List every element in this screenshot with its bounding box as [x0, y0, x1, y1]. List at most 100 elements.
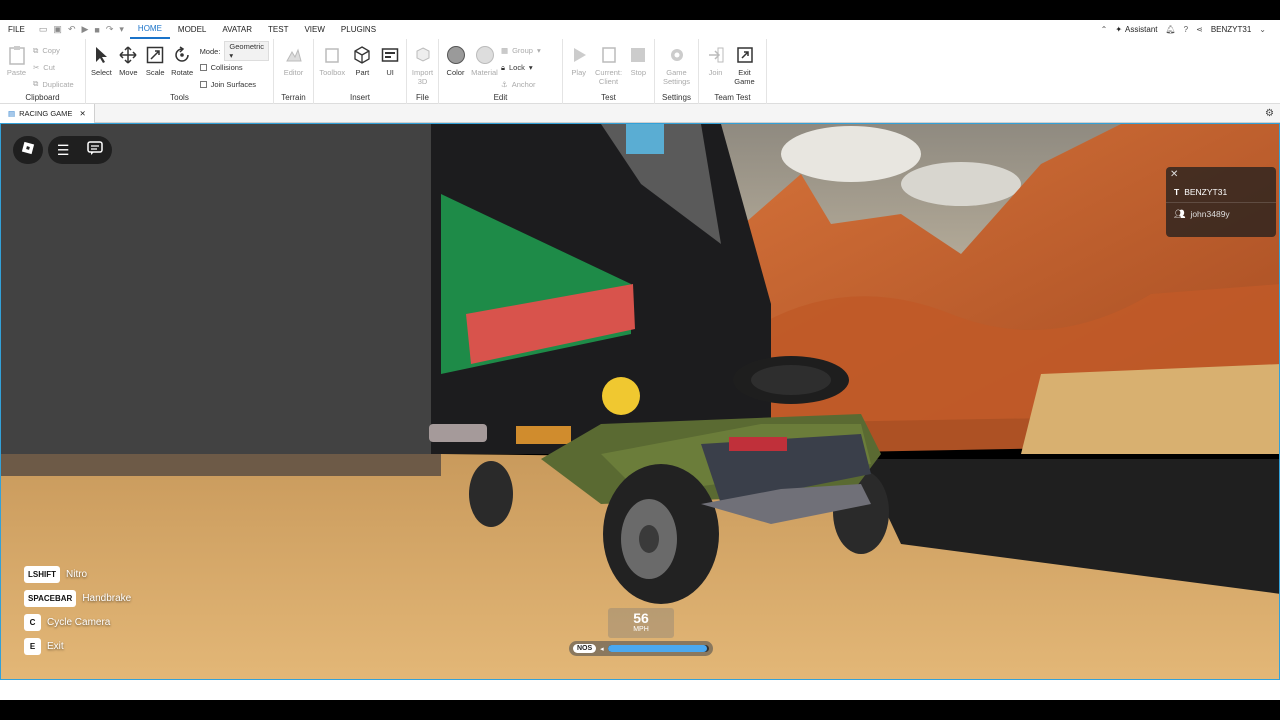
menubar-right: ⌃ ✦ Assistant 🔔︎ ? ⋖ BENZYT31 ⌄	[1101, 25, 1280, 34]
collisions-checkbox[interactable]: Collisions	[199, 62, 269, 74]
rotate-button[interactable]: Rotate	[171, 43, 194, 90]
player-entry[interactable]: T BENZYT31	[1166, 181, 1276, 203]
paste-button[interactable]: Paste	[4, 43, 29, 90]
play-button[interactable]: Play	[567, 43, 590, 90]
top-left-controls: ☰	[48, 136, 112, 164]
menu-avatar[interactable]: AVATAR	[214, 20, 260, 39]
stop-button[interactable]: Stop	[627, 43, 650, 90]
control-action: Handbrake	[82, 593, 132, 604]
assistant-label: Assistant	[1125, 25, 1158, 34]
client-icon	[599, 45, 619, 65]
material-button[interactable]: Material	[471, 43, 498, 90]
control-hint: E Exit	[24, 638, 131, 655]
overflow-icon[interactable]: ▾	[119, 24, 124, 35]
import3d-button[interactable]: Import 3D	[411, 43, 434, 90]
bell-icon[interactable]: 🔔︎	[1166, 25, 1176, 34]
chat-icon[interactable]	[87, 140, 103, 160]
player-entry[interactable]: 👥︎ john3489y	[1166, 203, 1276, 225]
copy-button[interactable]: ⧉ Copy	[33, 45, 74, 57]
terrain-editor-button[interactable]: Editor	[281, 43, 306, 90]
duplicate-button[interactable]: ⧉ Duplicate	[33, 78, 74, 90]
current-client-button[interactable]: Current: Client	[594, 43, 622, 90]
roblox-menu-button[interactable]	[13, 136, 43, 164]
user-dropdown-icon[interactable]: ⌄	[1259, 25, 1266, 34]
part-button[interactable]: Part	[351, 43, 375, 90]
help-icon[interactable]: ?	[1184, 25, 1188, 34]
viewport-settings-icon[interactable]: ⚙	[1265, 108, 1274, 119]
close-icon[interactable]: ✕	[1170, 169, 1178, 180]
tools-group-label: Tools	[170, 93, 189, 102]
menu-home[interactable]: HOME	[129, 20, 170, 39]
paste-icon	[7, 45, 27, 65]
material-label: Material	[471, 68, 498, 77]
player-name: BENZYT31	[1184, 186, 1228, 197]
tools-group: Select Move Scale Rotate Mode: Geometric…	[86, 39, 274, 104]
collapse-icon[interactable]: ⌃	[1101, 25, 1108, 34]
share-icon[interactable]: ⋖	[1196, 25, 1203, 34]
checkbox-icon	[199, 80, 207, 88]
select-label: Select	[91, 68, 112, 77]
undo-icon[interactable]: ↶	[68, 24, 76, 35]
ui-button[interactable]: UI	[378, 43, 402, 90]
color-button[interactable]: Color	[443, 43, 468, 90]
scale-button[interactable]: Scale	[144, 43, 167, 90]
close-icon[interactable]: ✕	[79, 109, 85, 118]
group-button[interactable]: ▦ Group ▾	[501, 45, 541, 57]
game-viewport[interactable]: ☰ ✕ T BENZYT31 👥︎ john3489y LSHIFT Nitro …	[0, 123, 1280, 680]
exit-game-button[interactable]: Exit Game	[732, 43, 757, 90]
scale-label: Scale	[145, 68, 165, 77]
save-icon[interactable]: ▣	[53, 24, 62, 35]
menubar: FILE ▭ ▣ ↶ ▶ ■ ↷ ▾ HOME MODEL AVATAR TES…	[0, 20, 1280, 39]
toolbox-button[interactable]: Toolbox	[318, 43, 347, 90]
ui-icon	[380, 45, 400, 65]
player-name: john3489y	[1190, 209, 1230, 219]
redo-icon[interactable]: ↷	[106, 24, 114, 35]
key-badge: SPACEBAR	[24, 590, 77, 607]
file-group: Import 3D File	[407, 39, 439, 104]
join-button[interactable]: Join	[703, 43, 728, 90]
cursor-icon	[91, 45, 111, 65]
group-label: Group	[512, 46, 533, 56]
menu-view[interactable]: VIEW	[296, 20, 332, 39]
mode-label: Mode:	[199, 46, 221, 56]
lock-button[interactable]: 🔒︎ Lock ▾	[501, 62, 541, 74]
scale-icon	[145, 45, 165, 65]
current-client-label: Current: Client	[594, 68, 623, 86]
menu-file[interactable]: FILE	[0, 20, 33, 39]
lock-label: Lock	[509, 63, 525, 72]
stop-icon[interactable]: ■	[94, 25, 99, 35]
new-file-icon[interactable]: ▭	[39, 24, 48, 35]
join-surfaces-checkbox[interactable]: Join Surfaces	[199, 79, 269, 91]
clipboard-group-label: Clipboard	[25, 93, 60, 102]
clipboard-group: Paste ⧉ Copy ✂ Cut ⧉ Duplicate Clipboard	[0, 39, 86, 104]
hamburger-menu-icon[interactable]: ☰	[57, 142, 70, 159]
menu-plugins[interactable]: PLUGINS	[333, 20, 384, 39]
letterbox-top	[0, 0, 1280, 20]
anchor-button[interactable]: ⚓︎ Anchor	[501, 78, 541, 90]
cut-button[interactable]: ✂ Cut	[33, 62, 74, 74]
test-group-label: Test	[601, 93, 616, 102]
duplicate-icon: ⧉	[33, 79, 39, 89]
tab-racing-game[interactable]: ▤ RACING GAME ✕	[0, 103, 95, 123]
collisions-label: Collisions	[210, 63, 243, 73]
assistant-button[interactable]: ✦ Assistant	[1115, 25, 1157, 34]
control-action: Nitro	[66, 569, 88, 580]
nos-bar-fill	[607, 645, 707, 652]
select-button[interactable]: Select	[90, 43, 113, 90]
edit-small-list: ▦ Group ▾ 🔒︎ Lock ▾ ⚓︎ Anchor	[501, 43, 541, 90]
move-button[interactable]: Move	[117, 43, 140, 90]
terrain-editor-label: Editor	[283, 68, 304, 77]
speed-value: 56	[633, 610, 649, 626]
import3d-label: Import 3D	[411, 68, 434, 86]
color-label: Color	[446, 68, 465, 77]
cube-icon	[352, 45, 372, 65]
play-icon[interactable]: ▶	[81, 24, 88, 35]
username[interactable]: BENZYT31	[1211, 25, 1251, 34]
control-hint: C Cycle Camera	[24, 614, 131, 631]
menu-model[interactable]: MODEL	[170, 20, 214, 39]
game-settings-button[interactable]: Game Settings	[660, 43, 694, 90]
letterbox-bottom	[0, 700, 1280, 720]
color-swatch-icon	[446, 45, 466, 65]
mode-dropdown[interactable]: Geometric ▾	[224, 41, 270, 61]
menu-test[interactable]: TEST	[260, 20, 296, 39]
